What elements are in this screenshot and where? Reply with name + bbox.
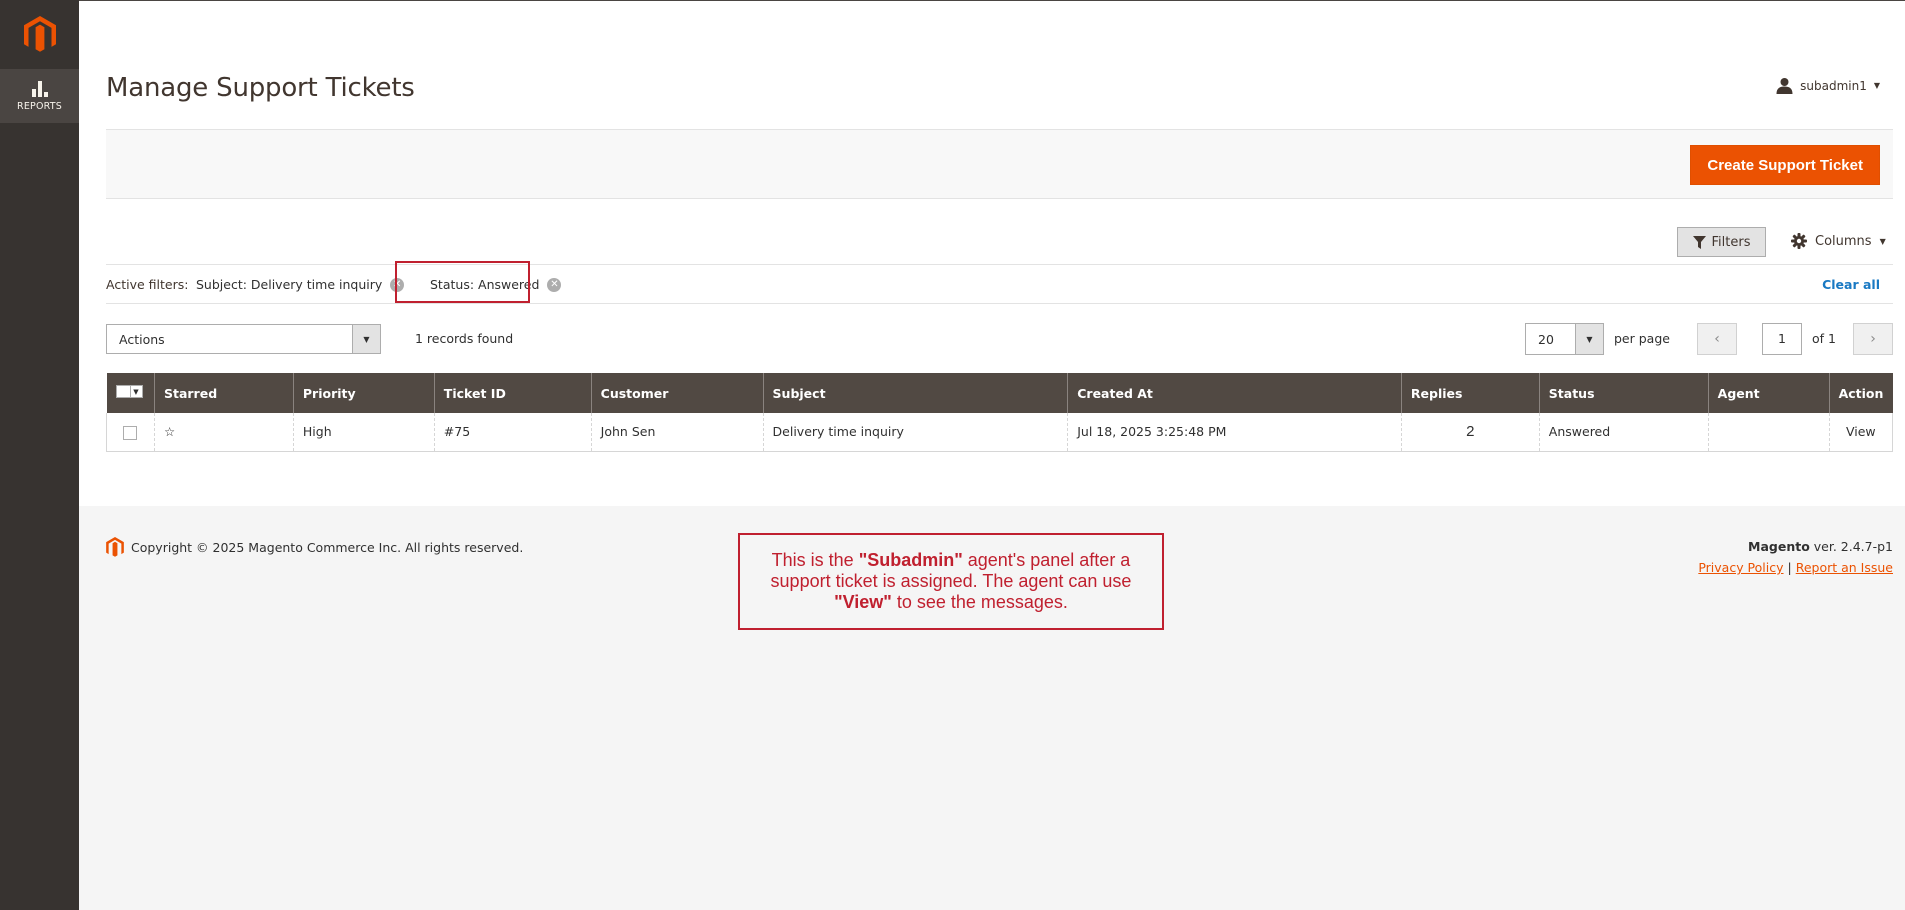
- user-name: subadmin1: [1800, 78, 1867, 93]
- column-header-customer[interactable]: Customer: [590, 373, 764, 413]
- column-header-agent[interactable]: Agent: [1707, 373, 1830, 413]
- page-actions-bar: Create Support Ticket: [106, 129, 1893, 199]
- customer-cell: John Sen: [590, 413, 764, 452]
- created-at-cell: Jul 18, 2025 3:25:48 PM: [1067, 413, 1402, 452]
- per-page-value: 20: [1538, 332, 1554, 347]
- row-select-cell: [106, 413, 155, 452]
- sidebar: REPORTS: [0, 0, 79, 910]
- column-header-subject[interactable]: Subject: [762, 373, 1068, 413]
- per-page-label: per page: [1614, 331, 1670, 346]
- footer-separator: |: [1787, 560, 1792, 575]
- priority-cell: High: [292, 413, 435, 452]
- column-header-priority[interactable]: Priority: [292, 373, 435, 413]
- row-checkbox[interactable]: [123, 425, 138, 440]
- create-support-ticket-button[interactable]: Create Support Ticket: [1690, 145, 1880, 185]
- mass-select-checkbox[interactable]: ▼: [115, 385, 143, 398]
- magento-logo-icon: [23, 15, 56, 52]
- page-title: Manage Support Tickets: [106, 73, 415, 103]
- annotation-text: This is the "Subadmin" agent's panel aft…: [752, 550, 1150, 613]
- column-header-ticket-id[interactable]: Ticket ID: [433, 373, 592, 413]
- gear-icon: [1791, 233, 1807, 249]
- subject-cell: Delivery time inquiry: [762, 413, 1068, 452]
- star-icon[interactable]: ☆: [164, 424, 175, 439]
- chevron-right-icon: ›: [1870, 331, 1876, 347]
- table-row: ☆ High #75 John Sen Delivery time inquir…: [106, 413, 1894, 452]
- user-icon: [1776, 78, 1793, 94]
- next-page-button[interactable]: ›: [1853, 323, 1893, 355]
- footer-right: Magento ver. 2.4.7-p1 Privacy Policy | R…: [1698, 539, 1893, 575]
- privacy-policy-link[interactable]: Privacy Policy: [1698, 560, 1783, 575]
- mass-actions-select[interactable]: Actions ▼: [106, 324, 381, 354]
- columns-label: Columns: [1815, 233, 1872, 249]
- chevron-down-icon: ▼: [1873, 81, 1880, 90]
- sidebar-item-reports[interactable]: REPORTS: [0, 69, 79, 123]
- sidebar-item-label: REPORTS: [17, 100, 62, 112]
- copyright-text: Copyright © 2025 Magento Commerce Inc. A…: [131, 540, 524, 555]
- footer-copyright: Copyright © 2025 Magento Commerce Inc. A…: [106, 537, 523, 558]
- filter-chip-label: Subject: Delivery time inquiry: [196, 277, 383, 292]
- user-menu[interactable]: subadmin1 ▼: [1776, 77, 1880, 94]
- magento-logo-icon: [106, 537, 124, 557]
- status-cell: Answered: [1538, 413, 1709, 452]
- current-page-input[interactable]: 1: [1762, 323, 1802, 355]
- annotation-bold: "Subadmin": [858, 550, 963, 570]
- filters-label: Filters: [1711, 234, 1751, 250]
- starred-cell: ☆: [153, 413, 294, 452]
- chevron-down-icon: ▼: [1879, 236, 1886, 246]
- columns-dropdown[interactable]: Columns ▼: [1791, 233, 1886, 249]
- view-ticket-link[interactable]: View: [1828, 413, 1894, 452]
- mass-actions-value: Actions: [119, 332, 165, 347]
- filters-button[interactable]: Filters: [1677, 227, 1766, 257]
- select-all-column[interactable]: ▼: [106, 373, 155, 413]
- footer-links: Privacy Policy | Report an Issue: [1698, 560, 1893, 575]
- report-issue-link[interactable]: Report an Issue: [1796, 560, 1893, 575]
- magento-logo[interactable]: [0, 0, 79, 69]
- clear-all-filters-link[interactable]: Clear all: [1822, 277, 1880, 292]
- brand-name: Magento: [1748, 539, 1810, 554]
- version-info: Magento ver. 2.4.7-p1: [1698, 539, 1893, 554]
- previous-page-button[interactable]: ‹: [1697, 323, 1737, 355]
- column-header-replies[interactable]: Replies: [1400, 373, 1540, 413]
- column-header-starred[interactable]: Starred: [153, 373, 294, 413]
- active-filters-label: Active filters:: [106, 277, 189, 292]
- chevron-left-icon: ‹: [1714, 331, 1720, 347]
- per-page-select[interactable]: 20 ▼: [1525, 323, 1604, 355]
- column-header-status[interactable]: Status: [1538, 373, 1709, 413]
- column-header-action: Action: [1828, 373, 1893, 413]
- annotation-callout: This is the "Subadmin" agent's panel aft…: [738, 533, 1164, 630]
- annotation-bold: "View": [834, 592, 892, 612]
- active-filters-bar: Active filters: Subject: Delivery time i…: [106, 264, 1893, 304]
- replies-cell: 2: [1400, 413, 1540, 452]
- filter-chip-subject: Subject: Delivery time inquiry ✕: [196, 277, 405, 292]
- chevron-down-icon: ▼: [1575, 324, 1603, 354]
- table-header-row: ▼ Starred Priority Ticket ID Customer Su…: [106, 373, 1893, 413]
- version-text: ver. 2.4.7-p1: [1809, 539, 1893, 554]
- bar-chart-icon: [31, 80, 48, 97]
- records-found: 1 records found: [415, 331, 514, 346]
- annotation-part: This is the: [771, 550, 859, 570]
- tickets-grid: ▼ Starred Priority Ticket ID Customer Su…: [106, 373, 1894, 452]
- status-filter-highlight: [395, 261, 530, 303]
- annotation-part: to see the messages.: [891, 592, 1068, 612]
- ticket-id-cell: #75: [433, 413, 592, 452]
- remove-filter-icon[interactable]: ✕: [547, 277, 562, 292]
- filter-icon: [1692, 235, 1706, 249]
- total-pages: of 1: [1812, 331, 1836, 346]
- chevron-down-icon: ▼: [130, 385, 143, 398]
- agent-cell: [1707, 413, 1830, 452]
- chevron-down-icon: ▼: [352, 325, 380, 353]
- column-header-created-at[interactable]: Created At: [1067, 373, 1402, 413]
